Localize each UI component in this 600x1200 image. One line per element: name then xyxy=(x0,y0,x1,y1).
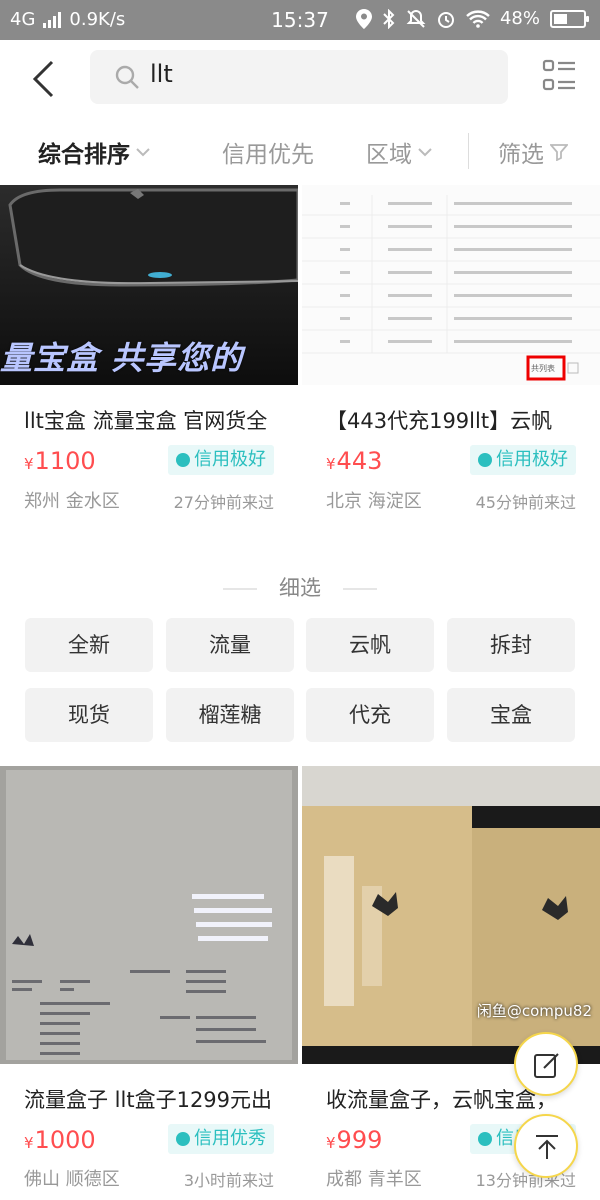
divider xyxy=(223,588,257,590)
search-query: llt xyxy=(150,60,173,88)
product-price: ¥999 xyxy=(326,1126,383,1154)
refine-section-title: 细选 xyxy=(0,572,600,602)
product-card[interactable]: 共列表 【443代充199llt】云帆 ¥443 信用极好 北京 海淀区 45分… xyxy=(302,185,600,525)
credit-icon xyxy=(176,1132,190,1146)
product-location: 北京 海淀区 xyxy=(326,491,422,512)
divider xyxy=(468,133,469,169)
filter-icon xyxy=(550,144,568,161)
back-button[interactable] xyxy=(20,54,70,104)
credit-badge: 信用优秀 xyxy=(168,1124,274,1154)
sort-credit-first[interactable]: 信用优先 xyxy=(222,135,314,169)
divider xyxy=(343,588,377,590)
credit-badge: 信用极好 xyxy=(168,445,274,475)
sort-label: 信用优先 xyxy=(222,142,314,168)
product-image: 闲鱼@compu82 xyxy=(302,766,600,1064)
status-right: 48% xyxy=(355,8,589,29)
chevron-down-icon xyxy=(136,148,150,157)
mute-icon xyxy=(406,9,426,28)
search-icon xyxy=(115,65,139,89)
last-seen: 3小时前来过 xyxy=(183,1171,274,1190)
refine-chip[interactable]: 拆封 xyxy=(447,618,575,672)
product-location: 成都 青羊区 xyxy=(326,1169,422,1190)
sort-label: 筛选 xyxy=(498,142,544,168)
refine-chip[interactable]: 宝盒 xyxy=(447,688,575,742)
back-arrow-icon xyxy=(32,60,54,98)
sort-filter[interactable]: 筛选 xyxy=(498,135,568,169)
refine-chip[interactable]: 全新 xyxy=(25,618,153,672)
sort-label: 综合排序 xyxy=(38,142,130,168)
last-seen: 45分钟前来过 xyxy=(475,493,576,512)
search-input[interactable]: llt xyxy=(90,50,508,104)
battery-icon xyxy=(550,9,589,28)
refine-chip[interactable]: 流量 xyxy=(166,618,294,672)
image-overlay-text: 量宝盒 共享您的 xyxy=(0,339,244,377)
product-title: 【443代充199llt】云帆 xyxy=(326,409,553,433)
publish-button[interactable] xyxy=(514,1032,578,1096)
edit-icon xyxy=(534,1053,559,1078)
product-location: 郑州 金水区 xyxy=(24,491,120,512)
sort-comprehensive[interactable]: 综合排序 xyxy=(38,135,150,169)
search-header: llt xyxy=(0,40,600,115)
back-to-top-button[interactable] xyxy=(514,1114,578,1178)
refine-chip[interactable]: 榴莲糖 xyxy=(166,688,294,742)
bluetooth-icon xyxy=(383,8,395,29)
product-card[interactable]: 量宝盒 共享您的 llt宝盒 流量宝盒 官网货全 ¥1100 信用极好 郑州 金… xyxy=(0,185,298,525)
product-price: ¥1000 xyxy=(24,1126,96,1154)
image-overlay-text: 闲鱼@compu82 xyxy=(476,1002,592,1020)
view-toggle-button[interactable] xyxy=(542,58,578,94)
credit-icon xyxy=(478,1132,492,1146)
product-image: 量宝盒 共享您的 xyxy=(0,185,298,385)
credit-badge: 信用极好 xyxy=(470,445,576,475)
battery-percent: 48% xyxy=(499,8,540,29)
refine-chip[interactable]: 代充 xyxy=(306,688,434,742)
alarm-icon xyxy=(437,11,454,28)
arrow-up-icon xyxy=(536,1135,558,1159)
credit-icon xyxy=(478,453,492,467)
product-title: 流量盒子 llt盒子1299元出 xyxy=(24,1088,273,1112)
refine-chip[interactable]: 云帆 xyxy=(306,618,434,672)
product-image: 共列表 xyxy=(302,185,600,385)
status-bar: 4G 0.9K/s 15:37 48% xyxy=(0,0,600,40)
refine-chip[interactable]: 现货 xyxy=(25,688,153,742)
product-price: ¥1100 xyxy=(24,447,96,475)
sort-bar: 综合排序 信用优先 区域 筛选 xyxy=(0,115,600,185)
image-overlay-text: 共列表 xyxy=(531,364,555,373)
list-view-icon xyxy=(542,59,575,91)
wifi-icon xyxy=(466,9,490,28)
product-price: ¥443 xyxy=(326,447,383,475)
credit-icon xyxy=(176,453,190,467)
sort-region[interactable]: 区域 xyxy=(366,135,432,169)
location-icon xyxy=(355,8,372,29)
product-image xyxy=(0,766,298,1064)
chevron-down-icon xyxy=(418,148,432,157)
last-seen: 27分钟前来过 xyxy=(173,493,274,512)
product-location: 佛山 顺德区 xyxy=(24,1169,120,1190)
sort-label: 区域 xyxy=(366,142,412,168)
product-title: llt宝盒 流量宝盒 官网货全 xyxy=(24,409,268,433)
product-card[interactable]: 流量盒子 llt盒子1299元出 ¥1000 信用优秀 佛山 顺德区 3小时前来… xyxy=(0,766,298,1200)
